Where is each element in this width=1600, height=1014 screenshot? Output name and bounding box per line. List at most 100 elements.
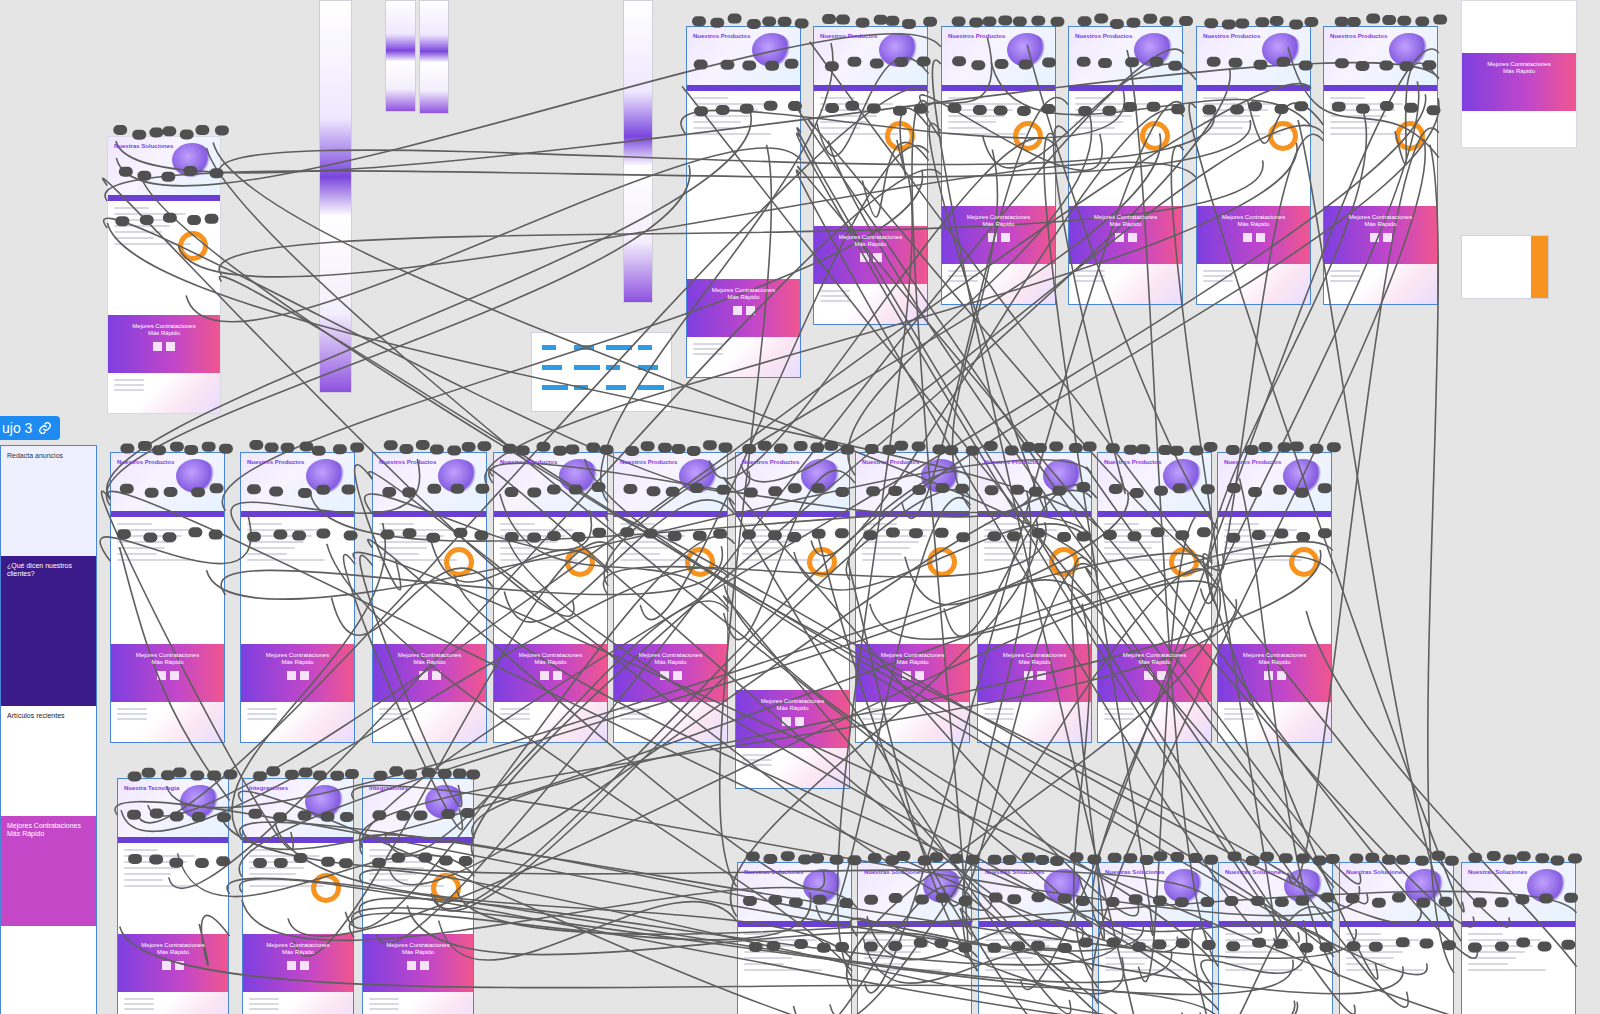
hotspot-marker[interactable] [547, 531, 561, 541]
hotspot-marker[interactable] [885, 855, 899, 865]
hotspot-marker[interactable] [161, 770, 175, 780]
hotspot-marker[interactable] [441, 809, 455, 819]
connection-line[interactable] [107, 223, 1097, 526]
hotspot-marker[interactable] [810, 443, 824, 453]
hotspot-marker[interactable] [716, 105, 730, 115]
hotspot-marker[interactable] [223, 769, 237, 779]
hotspot-marker[interactable] [333, 444, 347, 454]
hotspot-marker[interactable] [266, 766, 280, 776]
hotspot-marker[interactable] [935, 528, 949, 538]
hotspot-marker[interactable] [641, 441, 655, 451]
connection-line[interactable] [489, 463, 1035, 517]
connection-line[interactable] [360, 870, 1295, 1014]
hotspot-marker[interactable] [794, 939, 808, 949]
connection-line[interactable] [178, 162, 1196, 277]
screen-frame[interactable]: Nuestros ProductosMejores Contrataciones… [855, 452, 970, 743]
hotspot-marker[interactable] [647, 486, 661, 496]
connection-line[interactable] [220, 814, 1213, 901]
hotspot-marker[interactable] [1058, 894, 1072, 904]
connection-line[interactable] [600, 43, 833, 503]
hotspot-marker[interactable] [416, 440, 430, 450]
flow-start-label[interactable]: ujo 3 [0, 416, 60, 440]
connection-line[interactable] [105, 120, 1251, 201]
connection-line[interactable] [360, 835, 1403, 994]
hotspot-marker[interactable] [952, 56, 966, 66]
hotspot-marker[interactable] [298, 811, 312, 821]
hotspot-marker[interactable] [187, 215, 201, 225]
hotspot-marker[interactable] [958, 943, 972, 953]
hotspot-marker[interactable] [321, 857, 335, 867]
connection-line[interactable] [1192, 926, 1219, 1014]
connection-line[interactable] [360, 599, 1237, 845]
connection-line[interactable] [991, 62, 1311, 126]
connection-line[interactable] [920, 95, 1103, 171]
screen-frame[interactable]: Nuestros ProductosMejores Contrataciones… [1097, 452, 1212, 743]
hotspot-marker[interactable] [183, 166, 197, 176]
connection-line[interactable] [240, 879, 1298, 1014]
connection-line[interactable] [116, 62, 1439, 172]
connection-line[interactable] [1247, 100, 1323, 144]
hotspot-marker[interactable] [1276, 57, 1290, 67]
hotspot-marker[interactable] [936, 893, 950, 903]
hotspot-marker[interactable] [1515, 894, 1529, 904]
hotspot-marker[interactable] [923, 17, 937, 27]
hotspot-marker[interactable] [127, 810, 141, 820]
hotspot-marker[interactable] [781, 851, 795, 861]
connection-line[interactable] [793, 886, 972, 1014]
hotspot-marker[interactable] [896, 851, 910, 861]
hotspot-marker[interactable] [1175, 897, 1189, 907]
hotspot-marker[interactable] [1179, 16, 1193, 26]
connection-line[interactable] [140, 174, 1333, 956]
hotspot-marker[interactable] [971, 60, 985, 70]
hotspot-marker[interactable] [1228, 851, 1242, 861]
hotspot-marker[interactable] [1309, 444, 1323, 454]
hotspot-marker[interactable] [1235, 19, 1249, 29]
hotspot-marker[interactable] [553, 446, 567, 456]
hotspot-marker[interactable] [1516, 938, 1530, 948]
hotspot-marker[interactable] [269, 486, 283, 496]
connection-line[interactable] [1127, 50, 1218, 967]
hotspot-marker[interactable] [912, 485, 926, 495]
hotspot-marker[interactable] [128, 854, 142, 864]
connection-line[interactable] [186, 148, 801, 322]
hotspot-marker[interactable] [847, 855, 861, 865]
hotspot-marker[interactable] [1366, 14, 1380, 24]
hotspot-marker[interactable] [1396, 855, 1410, 865]
hotspot-marker[interactable] [864, 895, 878, 905]
hotspot-marker[interactable] [966, 855, 980, 865]
hotspot-marker[interactable] [839, 898, 853, 908]
hotspot-marker[interactable] [169, 858, 183, 868]
hotspot-marker[interactable] [1335, 58, 1349, 68]
hotspot-marker[interactable] [915, 895, 929, 905]
hotspot-marker[interactable] [1005, 445, 1019, 455]
connection-line[interactable] [1306, 611, 1576, 967]
hotspot-marker[interactable] [120, 484, 134, 494]
hotspot-marker[interactable] [1132, 942, 1146, 952]
hotspot-marker[interactable] [418, 853, 432, 863]
connection-line[interactable] [1072, 557, 1105, 939]
connection-line[interactable] [1044, 134, 1153, 936]
connection-line[interactable] [471, 68, 1230, 857]
connection-line[interactable] [439, 902, 737, 960]
connection-line[interactable] [199, 915, 229, 965]
hotspot-marker[interactable] [1170, 852, 1184, 862]
hotspot-marker[interactable] [202, 442, 216, 452]
hotspot-marker[interactable] [1299, 943, 1313, 953]
hotspot-marker[interactable] [184, 445, 198, 455]
hotspot-marker[interactable] [1170, 446, 1184, 456]
connection-line[interactable] [434, 489, 970, 911]
hotspot-marker[interactable] [865, 444, 879, 454]
connection-line[interactable] [457, 891, 1576, 934]
connection-line[interactable] [207, 459, 1092, 599]
hotspot-marker[interactable] [381, 529, 395, 539]
hotspot-marker[interactable] [1260, 852, 1274, 862]
hotspot-marker[interactable] [1274, 528, 1288, 538]
hotspot-marker[interactable] [1326, 854, 1340, 864]
hotspot-marker[interactable] [713, 529, 727, 539]
hotspot-marker[interactable] [984, 441, 998, 451]
connection-line[interactable] [863, 938, 1093, 983]
connection-line[interactable] [368, 540, 825, 890]
hotspot-marker[interactable] [885, 16, 899, 26]
hotspot-marker[interactable] [207, 771, 221, 781]
screen-frame[interactable]: Nuestros ProductosMejores Contrataciones… [240, 452, 355, 743]
